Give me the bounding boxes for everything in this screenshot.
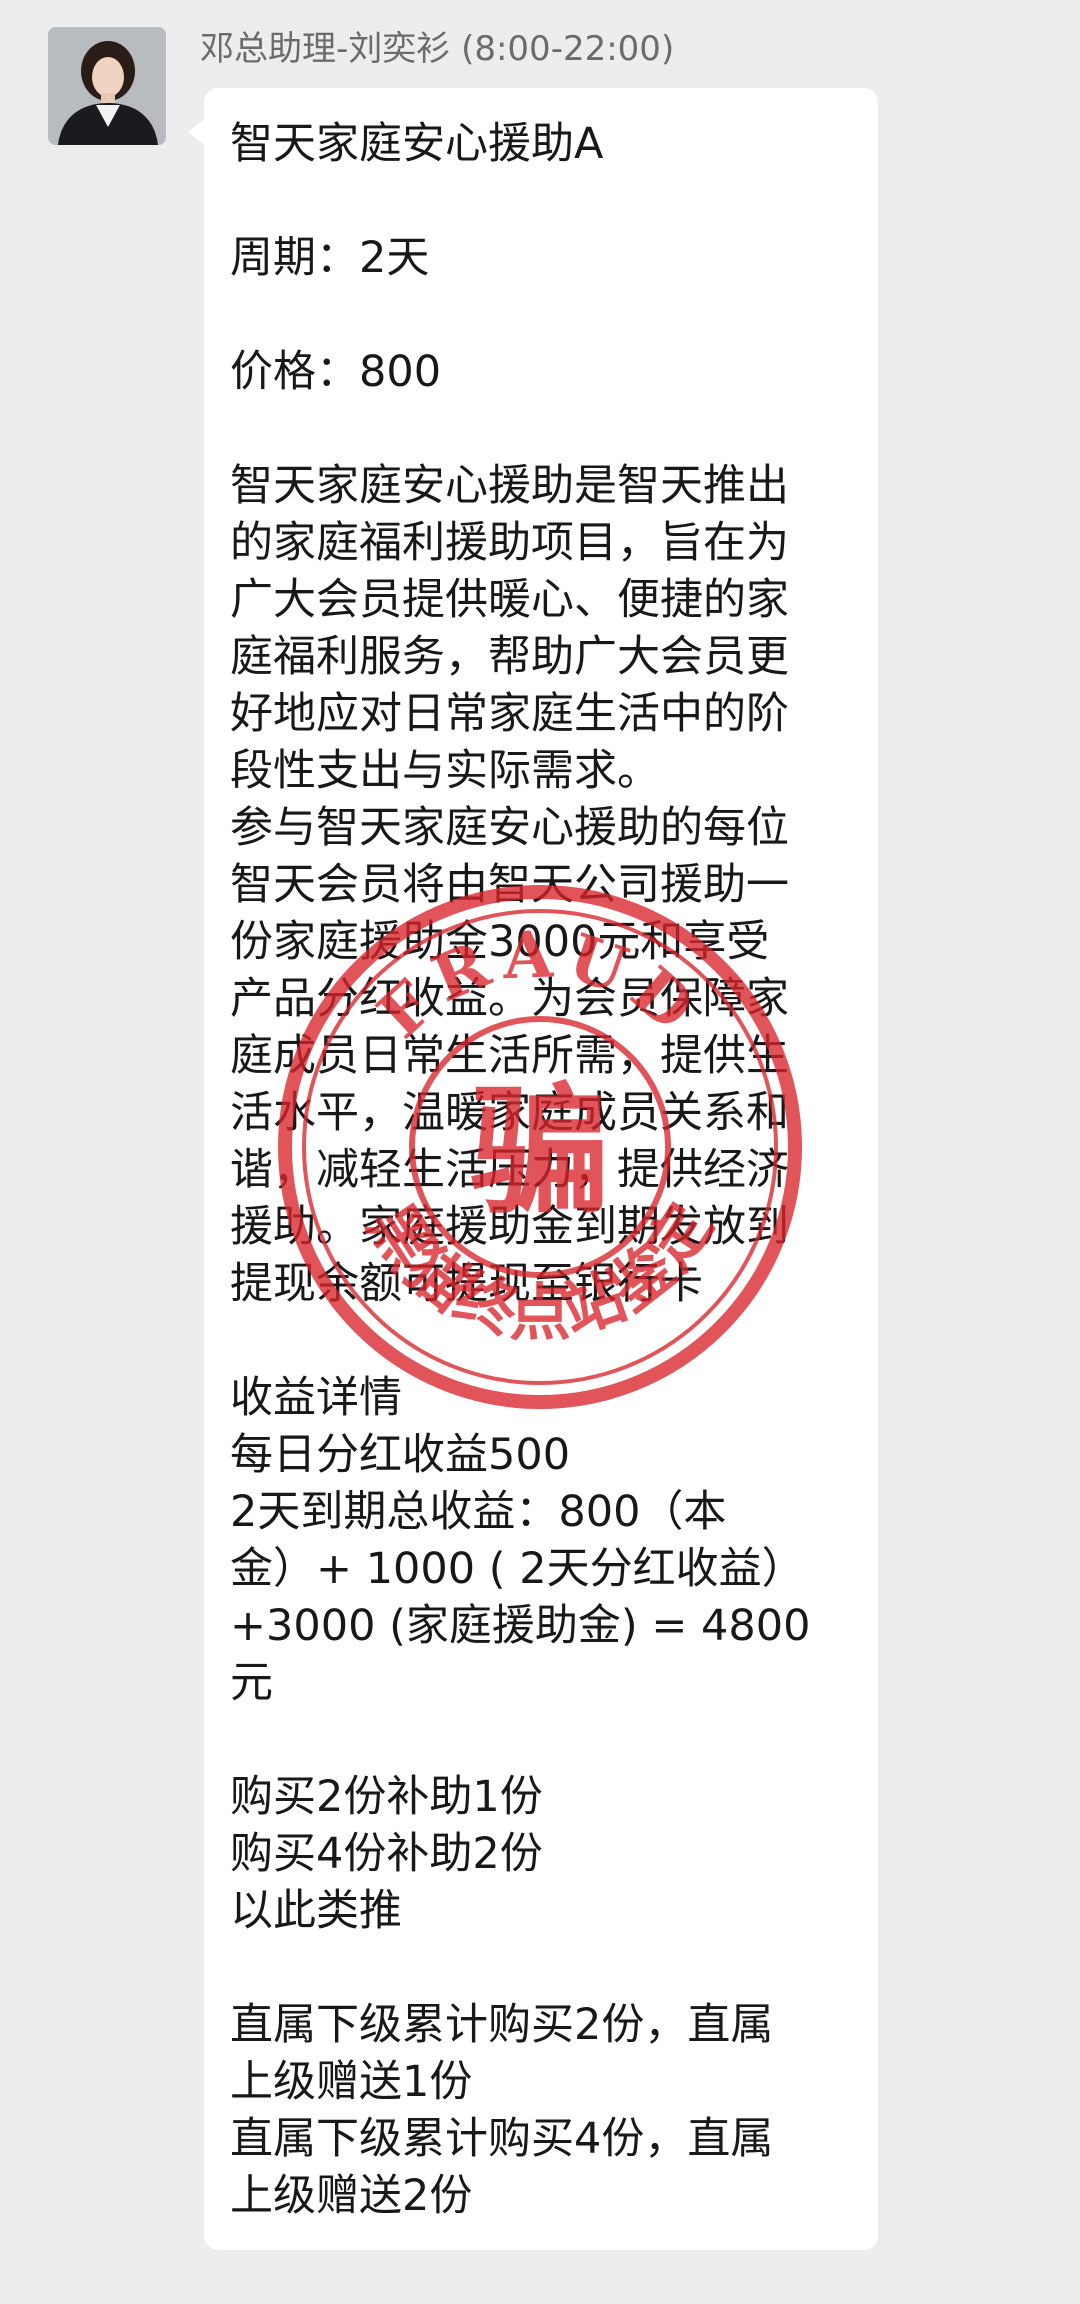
message-period: 周期：2天	[230, 233, 430, 283]
description-line: 庭成员日常生活所需，提供生	[230, 1031, 789, 1081]
message-title: 智天家庭安心援助A	[230, 119, 604, 169]
referral-line: 直属下级累计购买2份，直属	[230, 2000, 774, 2050]
description-line: 活水平，温暖家庭成员关系和	[230, 1088, 789, 1138]
avatar-photo	[48, 27, 166, 145]
referral-line: 上级赠送1份	[230, 2057, 473, 2107]
description-line: 援助。家庭援助金到期发放到	[230, 1202, 789, 1252]
description-line: 提现余额可提现至银行卡	[230, 1259, 703, 1309]
earnings-line: 元	[230, 1658, 273, 1708]
referral-line: 直属下级累计购买4份，直属	[230, 2114, 774, 2164]
bonus-line: 购买4份补助2份	[230, 1829, 543, 1879]
bonus-line: 以此类推	[230, 1886, 402, 1936]
description-line: 产品分红收益。为会员保障家	[230, 974, 789, 1024]
description-line: 好地应对日常家庭生活中的阶	[230, 689, 789, 739]
description-line: 谐，减轻生活压力，提供经济	[230, 1145, 789, 1195]
message-bubble[interactable]: 智天家庭安心援助A 周期：2天 价格：800 智天家庭安心援助是智天推出 的家庭…	[204, 88, 878, 2250]
description-line: 参与智天家庭安心援助的每位	[230, 803, 789, 853]
description-line: 智天家庭安心援助是智天推出	[230, 461, 789, 511]
referral-line: 上级赠送2份	[230, 2171, 473, 2221]
earnings-line: 每日分红收益500	[230, 1430, 571, 1480]
avatar[interactable]	[48, 27, 166, 145]
earnings-line: 金）+ 1000 ( 2天分红收益）	[230, 1544, 805, 1594]
earnings-line: 收益详情	[230, 1373, 402, 1423]
description-line: 智天会员将由智天公司援助一	[230, 860, 789, 910]
bubble-tail	[188, 118, 205, 146]
earnings-line: 2天到期总收益：800（本	[230, 1487, 727, 1537]
message-price: 价格：800	[230, 347, 442, 397]
description-line: 份家庭援助金3000元和享受	[230, 917, 770, 967]
description-line: 的家庭福利援助项目，旨在为	[230, 518, 789, 568]
description-line: 段性支出与实际需求。	[230, 746, 660, 796]
earnings-line: +3000 (家庭援助金) = 4800	[230, 1601, 811, 1651]
description-line: 广大会员提供暖心、便捷的家	[230, 575, 789, 625]
bonus-line: 购买2份补助1份	[230, 1772, 543, 1822]
sender-name: 邓总助理-刘奕衫 (8:00-22:00)	[200, 29, 675, 69]
description-line: 庭福利服务，帮助广大会员更	[230, 632, 789, 682]
